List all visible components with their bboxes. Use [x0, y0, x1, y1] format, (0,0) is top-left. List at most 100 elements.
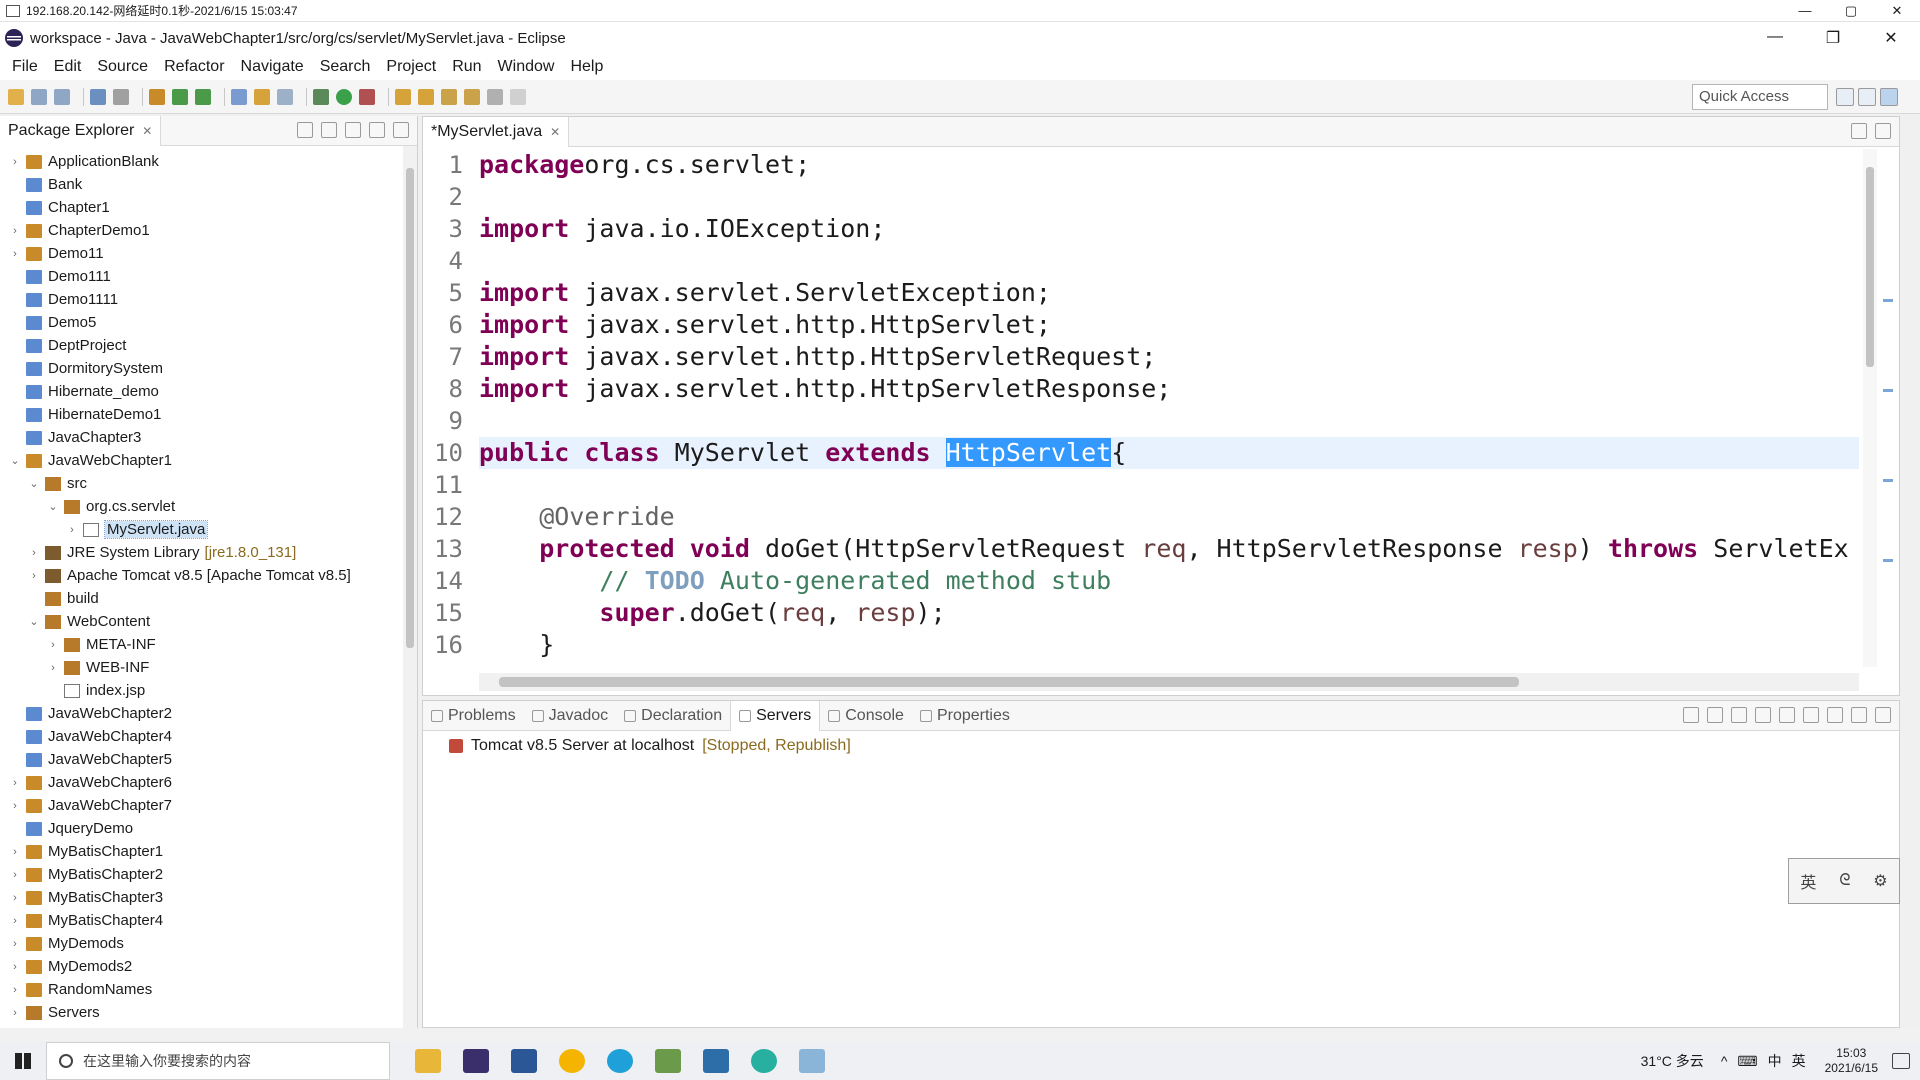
- menu-source[interactable]: Source: [89, 58, 156, 76]
- new-java-project-icon[interactable]: [149, 88, 165, 105]
- tab-declaration[interactable]: Declaration: [616, 707, 730, 725]
- chevron-right-icon[interactable]: ›: [46, 639, 60, 651]
- tab-problems[interactable]: Problems: [423, 707, 524, 725]
- tree-item[interactable]: ⌄ WebContent: [0, 610, 417, 633]
- remote-close-button[interactable]: ✕: [1874, 3, 1920, 19]
- view-menu-icon[interactable]: [1827, 707, 1843, 723]
- overview-marker[interactable]: [1883, 389, 1893, 392]
- tree-item[interactable]: build: [0, 587, 417, 610]
- stop-server-icon[interactable]: [1779, 707, 1795, 723]
- tree-item[interactable]: › MyServlet.java: [0, 518, 417, 541]
- tree-item[interactable]: Demo111: [0, 265, 417, 288]
- tab-console[interactable]: Console: [820, 707, 912, 725]
- scrollbar-thumb[interactable]: [499, 677, 1519, 687]
- chrome-app[interactable]: [548, 1042, 596, 1080]
- chevron-right-icon[interactable]: ›: [8, 915, 22, 927]
- ime-mode-indicator[interactable]: 中: [1768, 1051, 1782, 1071]
- tab-package-explorer[interactable]: Package Explorer ✕: [0, 115, 162, 146]
- code-line[interactable]: @Override: [479, 501, 1859, 533]
- open-type-icon[interactable]: [231, 88, 247, 105]
- tree-item[interactable]: › JavaWebChapter6: [0, 771, 417, 794]
- code-area[interactable]: 1 2 3 4 5 6 7 8 9 10 11 12 13 14 15 16 packageorg.cs.se…: [423, 149, 1899, 667]
- java-perspective-icon[interactable]: [1880, 88, 1898, 106]
- chevron-down-icon[interactable]: ⌄: [27, 615, 41, 628]
- skip-breakpoints-icon[interactable]: [113, 88, 129, 105]
- chevron-right-icon[interactable]: ›: [8, 1007, 22, 1019]
- toggle-mark-icon[interactable]: [277, 88, 293, 105]
- close-icon[interactable]: ✕: [550, 125, 560, 139]
- menu-run[interactable]: Run: [444, 58, 489, 76]
- scrollbar-thumb[interactable]: [406, 168, 414, 648]
- tab-servers[interactable]: Servers: [730, 700, 821, 731]
- code-line[interactable]: super.doGet(req, resp);: [479, 597, 1859, 629]
- overview-marker[interactable]: [1883, 479, 1893, 482]
- tree-item[interactable]: JqueryDemo: [0, 817, 417, 840]
- collapse-all-icon[interactable]: [297, 122, 313, 138]
- file-explorer-app[interactable]: [404, 1042, 452, 1080]
- tree-item[interactable]: › META-INF: [0, 633, 417, 656]
- notification-center-icon[interactable]: [1892, 1053, 1910, 1069]
- code-line[interactable]: [479, 245, 1859, 277]
- chevron-down-icon[interactable]: ⌄: [8, 454, 22, 467]
- chevron-right-icon[interactable]: ›: [8, 984, 22, 996]
- tool-app[interactable]: [644, 1042, 692, 1080]
- remote-desktop-app[interactable]: [692, 1042, 740, 1080]
- remote-minimize-button[interactable]: —: [1782, 3, 1828, 19]
- code-line[interactable]: import javax.servlet.http.HttpServletRes…: [479, 373, 1859, 405]
- chevron-right-icon[interactable]: ›: [46, 662, 60, 674]
- chevron-right-icon[interactable]: ›: [8, 892, 22, 904]
- menu-help[interactable]: Help: [562, 58, 611, 76]
- debug-icon[interactable]: [313, 88, 329, 105]
- tree-item[interactable]: › MyDemods: [0, 932, 417, 955]
- tree-item[interactable]: › JRE System Library [jre1.8.0_131]: [0, 541, 417, 564]
- tab-myservlet-java[interactable]: *MyServlet.java ✕: [423, 116, 570, 147]
- open-resource-icon[interactable]: [418, 88, 434, 105]
- tree-item[interactable]: ⌄ src: [0, 472, 417, 495]
- tree-item[interactable]: › Demo11: [0, 242, 417, 265]
- menu-edit[interactable]: Edit: [46, 58, 90, 76]
- quick-access-input[interactable]: Quick Access: [1692, 84, 1828, 110]
- code-line[interactable]: import javax.servlet.http.HttpServlet;: [479, 309, 1859, 341]
- tab-javadoc[interactable]: Javadoc: [524, 707, 617, 725]
- remote-maximize-button[interactable]: ▢: [1828, 3, 1874, 19]
- tree-item[interactable]: DormitorySystem: [0, 357, 417, 380]
- tree-item[interactable]: › ApplicationBlank: [0, 150, 417, 173]
- chevron-right-icon[interactable]: ›: [8, 248, 22, 260]
- chevron-right-icon[interactable]: ›: [8, 846, 22, 858]
- tree-item[interactable]: Chapter1: [0, 196, 417, 219]
- minimize-view-icon[interactable]: [1851, 123, 1867, 139]
- terminal-icon[interactable]: [90, 88, 106, 105]
- chevron-right-icon[interactable]: ›: [8, 777, 22, 789]
- minimize-view-icon[interactable]: [369, 122, 385, 138]
- taskbar-search[interactable]: 在这里输入你要搜索的内容: [46, 1042, 390, 1080]
- tree-item[interactable]: › WEB-INF: [0, 656, 417, 679]
- chevron-right-icon[interactable]: ›: [8, 961, 22, 973]
- search-tool-icon[interactable]: [254, 88, 270, 105]
- view-menu-icon[interactable]: [345, 122, 361, 138]
- package-explorer-scrollbar[interactable]: [403, 146, 417, 1028]
- new-class-icon[interactable]: [195, 88, 211, 105]
- chevron-right-icon[interactable]: ›: [65, 524, 79, 536]
- start-server-icon[interactable]: [1731, 707, 1747, 723]
- chevron-right-icon[interactable]: ›: [8, 225, 22, 237]
- ime-language-indicator[interactable]: 英: [1792, 1051, 1806, 1071]
- code-line[interactable]: // TODO Auto-generated method stub: [479, 565, 1859, 597]
- code-text[interactable]: packageorg.cs.servlet; import java.io.IOE…: [479, 149, 1859, 667]
- notepad-app[interactable]: [788, 1042, 836, 1080]
- tree-item[interactable]: ⌄ JavaWebChapter1: [0, 449, 417, 472]
- chevron-right-icon[interactable]: ›: [27, 547, 41, 559]
- tree-item[interactable]: Hibernate_demo: [0, 380, 417, 403]
- tree-item[interactable]: JavaChapter3: [0, 426, 417, 449]
- minimize-button[interactable]: —: [1746, 28, 1804, 48]
- code-line[interactable]: [479, 469, 1859, 501]
- chevron-down-icon[interactable]: ⌄: [46, 500, 60, 513]
- scrollbar-thumb[interactable]: [1866, 167, 1874, 367]
- code-line[interactable]: protected void doGet(HttpServletRequest …: [479, 533, 1859, 565]
- code-line[interactable]: [479, 405, 1859, 437]
- link-with-editor-icon[interactable]: [321, 122, 337, 138]
- tree-item[interactable]: › ChapterDemo1: [0, 219, 417, 242]
- chevron-right-icon[interactable]: ›: [8, 156, 22, 168]
- tree-item[interactable]: ⌄ org.cs.servlet: [0, 495, 417, 518]
- menu-window[interactable]: Window: [490, 58, 563, 76]
- overview-marker[interactable]: [1883, 299, 1893, 302]
